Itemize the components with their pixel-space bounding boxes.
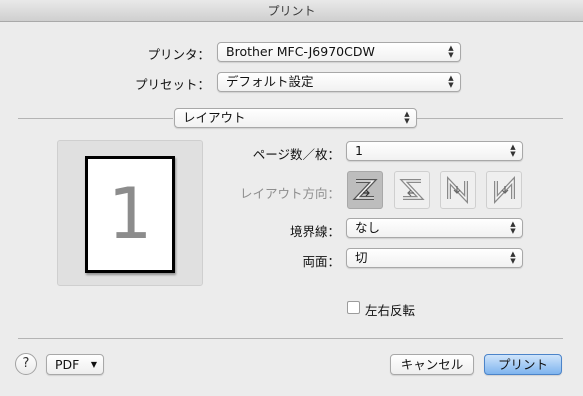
up-down-arrows-icon: ▲ ▼ [510, 220, 516, 235]
two-sided-label: 両面： [302, 254, 340, 269]
reverse-z-order-icon [399, 179, 425, 200]
preset-select[interactable]: デフォルト設定 ▲ ▼ [217, 72, 461, 92]
pdf-label: PDF [55, 357, 80, 372]
layout-direction-reverse-z-button[interactable] [394, 171, 430, 209]
printer-value: Brother MFC-J6970CDW [226, 44, 375, 59]
page-preview: 1 [57, 140, 203, 286]
section-value: レイアウト [183, 110, 246, 125]
preset-label: プリセット： [134, 77, 210, 92]
divider-left [18, 118, 173, 119]
pages-per-sheet-select[interactable]: 1 ▲ ▼ [346, 141, 523, 161]
pages-per-sheet-label: ページ数／枚： [252, 147, 340, 162]
up-down-arrows-icon: ▲ ▼ [448, 74, 454, 89]
up-down-arrows-icon: ▲ ▼ [448, 44, 454, 59]
up-down-arrows-icon: ▲ ▼ [510, 250, 516, 265]
z-order-icon [352, 179, 378, 200]
cancel-button[interactable]: キャンセル [390, 354, 474, 375]
window-title: プリント [0, 0, 583, 22]
printer-label: プリンタ： [147, 47, 210, 62]
two-sided-select[interactable]: 切 ▲ ▼ [346, 248, 523, 268]
print-button[interactable]: プリント [484, 354, 562, 375]
pages-per-sheet-value: 1 [355, 143, 363, 158]
up-down-arrows-icon: ▲ ▼ [510, 143, 516, 158]
layout-direction-n-button[interactable] [440, 171, 476, 209]
dropdown-triangle-icon: ▼ [90, 360, 97, 369]
n-order-icon [447, 176, 468, 204]
printer-select[interactable]: Brother MFC-J6970CDW ▲ ▼ [217, 42, 461, 62]
border-select[interactable]: なし ▲ ▼ [346, 218, 523, 238]
divider-right [417, 118, 563, 119]
pdf-menu-button[interactable]: PDF ▼ [46, 354, 104, 375]
help-button[interactable]: ? [15, 353, 37, 375]
section-select[interactable]: レイアウト ▲ ▼ [174, 108, 417, 128]
up-down-arrows-icon: ▲ ▼ [404, 110, 410, 125]
border-label: 境界線： [289, 224, 340, 239]
border-value: なし [355, 220, 381, 235]
preview-page: 1 [85, 156, 175, 273]
preview-page-number: 1 [107, 173, 153, 255]
flip-horizontal-label: 左右反転 [365, 303, 416, 318]
layout-direction-z-button[interactable] [347, 171, 383, 209]
bottom-divider [18, 338, 563, 339]
flip-horizontal-checkbox[interactable] [347, 301, 360, 314]
two-sided-value: 切 [355, 250, 368, 265]
layout-direction-label: レイアウト方向： [239, 186, 340, 201]
preset-value: デフォルト設定 [226, 74, 314, 89]
layout-direction-reverse-n-button[interactable] [486, 171, 522, 209]
reverse-n-order-icon [494, 176, 515, 204]
